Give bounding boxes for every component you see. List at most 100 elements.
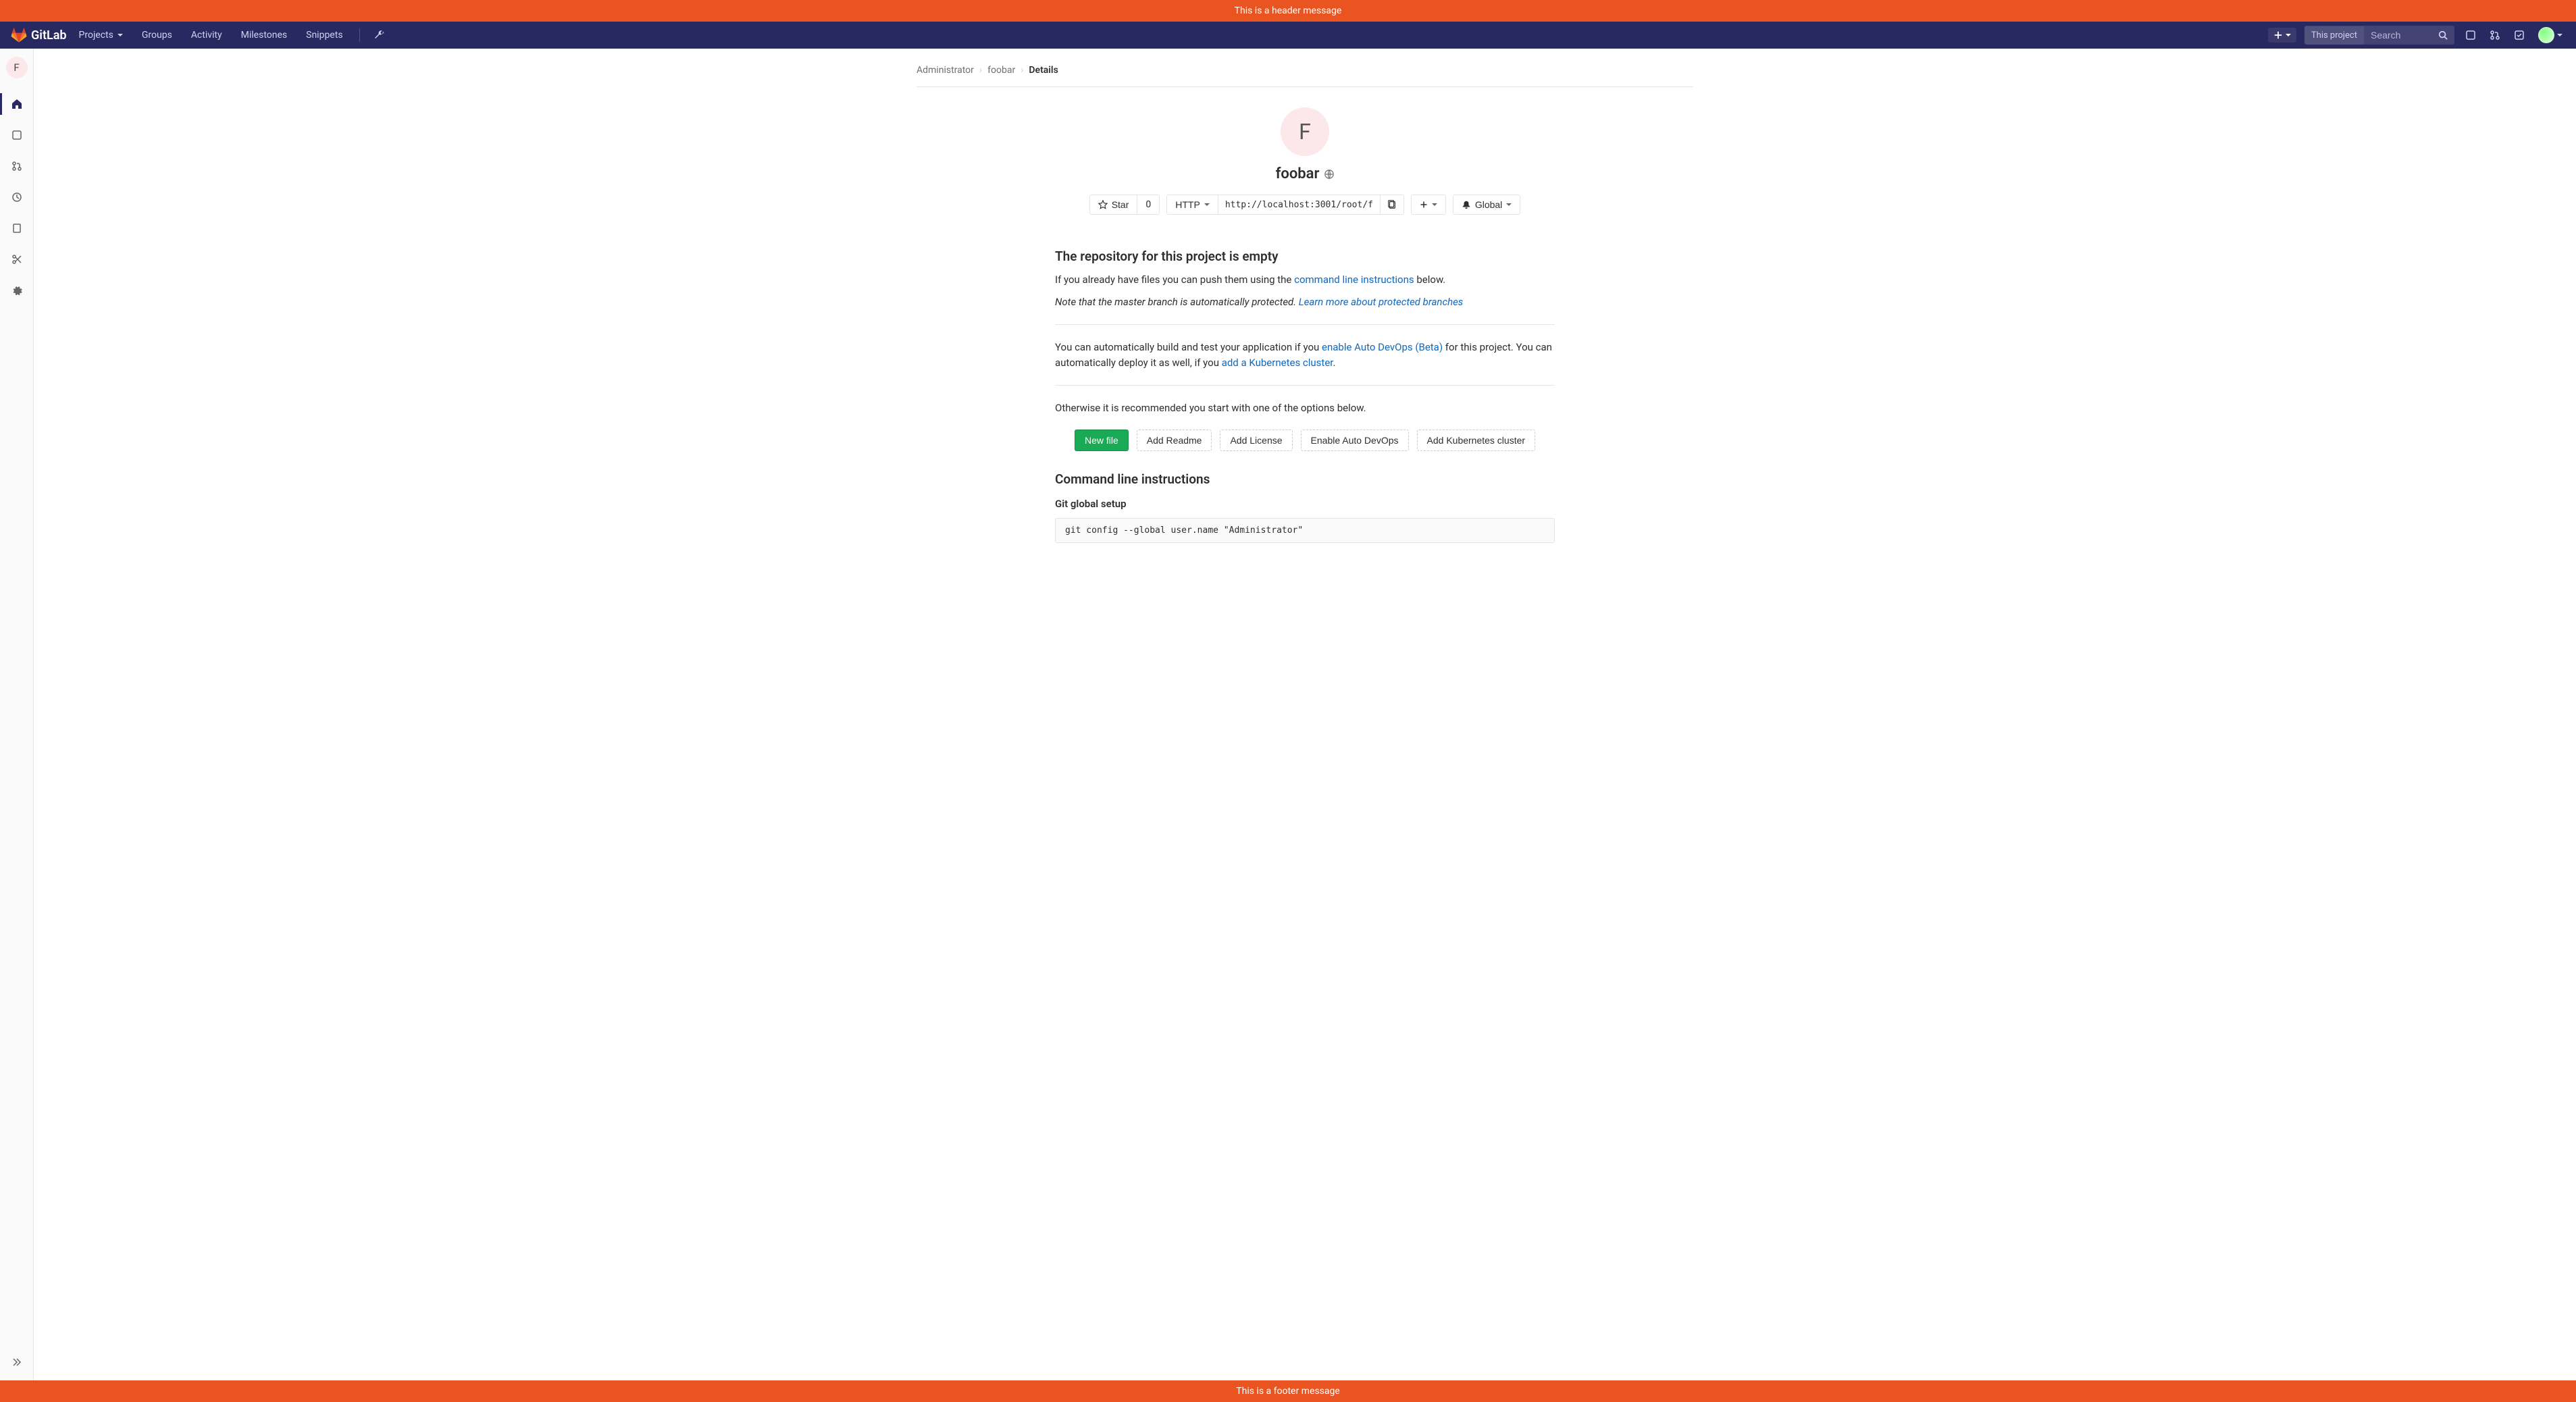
sidebar-project-avatar[interactable]: F [6,57,28,78]
nav-snippets[interactable]: Snippets [299,23,349,47]
sidebar-item-repository[interactable] [0,122,34,149]
search-input[interactable] [2364,26,2431,45]
plus-icon [2273,30,2283,40]
chevron-down-icon [1204,203,1210,206]
project-sidebar: F [0,49,34,1400]
search-icon[interactable] [2431,26,2454,44]
breadcrumb: Administrator › foobar › Details [917,62,1693,87]
breadcrumb-current: Details [1029,65,1058,76]
project-avatar: F [1281,107,1329,156]
copy-url-button[interactable] [1381,194,1404,215]
gitlab-logo[interactable]: GitLab [11,27,67,43]
cli-setup-code[interactable]: git config --global user.name "Administr… [1055,518,1555,543]
enable-auto-devops-button[interactable]: Enable Auto DevOps [1301,430,1409,451]
scissors-icon [11,254,22,265]
nav-milestones[interactable]: Milestones [234,23,294,47]
enable-auto-devops-link[interactable]: enable Auto DevOps (Beta) [1322,341,1443,353]
tanuki-icon [11,27,27,43]
clone-group: HTTP [1166,194,1404,215]
add-readme-button[interactable]: Add Readme [1137,430,1212,451]
empty-repo-section: The repository for this project is empty… [1055,249,1555,416]
sidebar-item-wiki[interactable] [0,215,34,242]
nav-projects[interactable]: Projects [72,23,130,47]
footer-banner: This is a footer message [0,1380,2576,1402]
divider [1055,385,1555,386]
main-content: Administrator › foobar › Details F fooba… [890,49,1720,1400]
divider [1055,324,1555,325]
text: . [1333,357,1335,369]
star-count[interactable]: 0 [1137,194,1160,215]
project-title: foobar [1276,165,1335,182]
project-action-row: Star 0 HTTP [917,194,1693,215]
notification-dropdown[interactable]: Global [1453,194,1520,215]
clone-protocol-label: HTTP [1175,199,1200,210]
add-dropdown-group [1411,194,1446,215]
cli-title: Command line instructions [1055,471,1555,487]
plus-icon [1420,201,1428,209]
bell-icon [1462,200,1471,209]
todos-icon[interactable] [2511,27,2527,43]
star-button[interactable]: Star [1089,194,1138,215]
visibility-public-icon [1324,170,1334,179]
chevron-down-icon [2286,34,2291,36]
home-icon [11,99,22,109]
nav-groups[interactable]: Groups [135,23,179,47]
add-k8s-link[interactable]: add a Kubernetes cluster [1222,357,1333,369]
book-icon [11,223,22,234]
brand-text: GitLab [31,28,67,43]
gear-icon [11,285,22,296]
clone-url-input[interactable] [1218,194,1381,215]
text: Note that the master branch is automatic… [1055,296,1299,308]
header-banner: This is a header message [0,0,2576,22]
text: below. [1414,274,1446,286]
repository-icon [11,130,22,140]
nav-activity[interactable]: Activity [184,23,229,47]
merge-requests-icon[interactable] [2487,27,2503,43]
empty-p4: Otherwise it is recommended you start wi… [1055,400,1555,416]
sidebar-item-snippets[interactable] [0,246,34,273]
add-kubernetes-button[interactable]: Add Kubernetes cluster [1417,430,1536,451]
search-container: This project [2304,26,2454,45]
top-navbar: GitLab Projects Groups Activity Mileston… [0,22,2576,49]
sidebar-item-merge-requests[interactable] [0,153,34,180]
empty-p1: If you already have files you can push t… [1055,272,1555,288]
sidebar-item-settings[interactable] [0,277,34,304]
chevron-down-icon [1506,203,1512,206]
star-icon [1098,200,1108,209]
empty-p2: Note that the master branch is automatic… [1055,294,1555,310]
user-avatar-icon [2538,27,2554,43]
search-scope[interactable]: This project [2304,26,2364,45]
quick-actions-row: New file Add Readme Add License Enable A… [917,430,1693,451]
star-group: Star 0 [1089,194,1160,215]
breadcrumb-owner[interactable]: Administrator [917,65,974,76]
sidebar-item-cicd[interactable] [0,184,34,211]
cli-setup-title: Git global setup [1055,498,1555,510]
merge-icon [11,161,22,172]
user-menu[interactable] [2535,24,2565,46]
chevron-down-icon [1432,203,1437,206]
project-name: foobar [1276,165,1320,182]
breadcrumb-separator: › [1021,65,1023,76]
notification-label: Global [1475,199,1502,210]
admin-wrench-icon[interactable] [369,26,388,45]
cli-instructions-link[interactable]: command line instructions [1294,274,1414,286]
protected-branches-link[interactable]: Learn more about protected branches [1299,296,1464,308]
issues-icon[interactable] [2463,27,2479,43]
project-add-dropdown[interactable] [1411,194,1446,215]
breadcrumb-project[interactable]: foobar [987,65,1015,76]
cli-section: Command line instructions Git global set… [1055,471,1555,543]
sidebar-item-home[interactable] [0,90,34,118]
new-dropdown[interactable] [2268,28,2296,43]
sidebar-expand[interactable] [0,1351,33,1373]
empty-p3: You can automatically build and test you… [1055,340,1555,370]
clipboard-icon [1387,200,1397,209]
add-license-button[interactable]: Add License [1220,430,1292,451]
star-label: Star [1112,199,1129,210]
empty-title: The repository for this project is empty [1055,249,1555,264]
breadcrumb-separator: › [979,65,982,76]
chevron-down-icon [2557,34,2562,36]
text: You can automatically build and test you… [1055,341,1322,353]
chevron-double-right-icon [11,1357,22,1368]
new-file-button[interactable]: New file [1075,430,1129,451]
clone-protocol-dropdown[interactable]: HTTP [1166,194,1218,215]
